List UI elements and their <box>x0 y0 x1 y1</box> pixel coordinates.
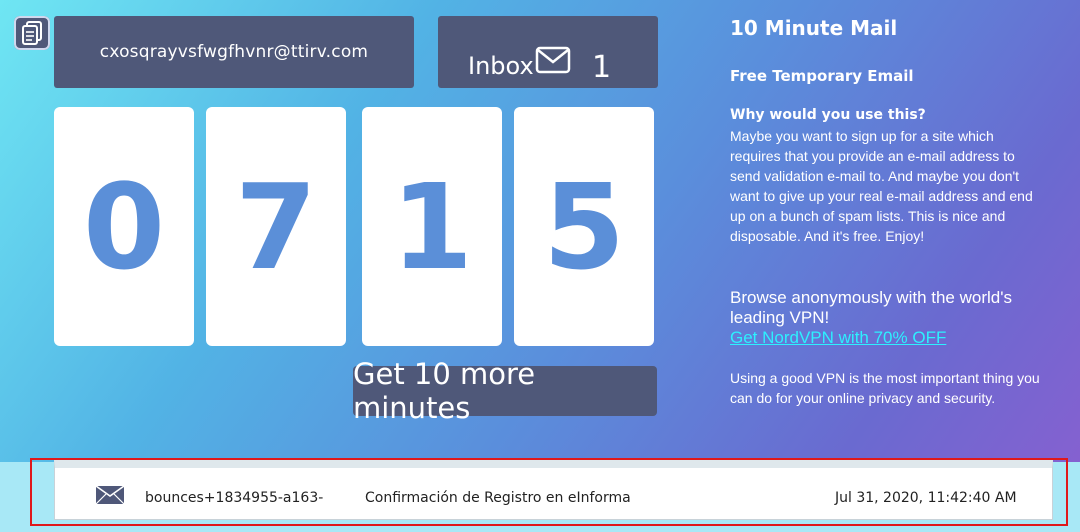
inbox-label: Inbox <box>468 52 534 80</box>
timer-digit-minutes-tens: 0 <box>54 107 194 346</box>
timer-digit-minutes-ones: 7 <box>206 107 346 346</box>
copy-email-button[interactable] <box>14 16 50 50</box>
timer-digit-seconds-ones: 5 <box>514 107 654 346</box>
vpn-link[interactable]: Get NordVPN with 70% OFF <box>730 328 946 348</box>
message-row[interactable]: bounces+1834955-a163- Confirmación de Re… <box>54 460 1053 520</box>
site-subtitle: Free Temporary Email <box>730 67 914 85</box>
copy-icon <box>22 21 42 45</box>
timer-digit-seconds-tens: 1 <box>362 107 502 346</box>
envelope-icon <box>535 46 571 74</box>
site-title: 10 Minute Mail <box>730 16 898 40</box>
email-address-display[interactable]: cxosqrayvsfwgfhvnr@ttirv.com <box>54 16 414 88</box>
message-subject: Confirmación de Registro en eInforma <box>365 490 631 506</box>
vpn-promo-text: Browse anonymously with the world's lead… <box>730 288 1012 327</box>
envelope-icon <box>95 485 125 505</box>
vpn-note: Using a good VPN is the most important t… <box>730 370 1040 406</box>
message-sender: bounces+1834955-a163- <box>145 490 324 506</box>
why-text: Maybe you want to sign up for a site whi… <box>730 128 1033 244</box>
why-heading: Why would you use this? <box>730 107 926 123</box>
message-date: Jul 31, 2020, 11:42:40 AM <box>835 490 1017 506</box>
inbox-count: 1 <box>592 50 612 85</box>
sidebar: 10 Minute Mail Free Temporary Email Why … <box>730 16 1050 406</box>
get-more-minutes-button[interactable]: Get 10 more minutes <box>353 357 657 425</box>
inbox-button[interactable]: Inbox 1 <box>438 16 658 88</box>
email-address: cxosqrayvsfwgfhvnr@ttirv.com <box>99 42 369 62</box>
